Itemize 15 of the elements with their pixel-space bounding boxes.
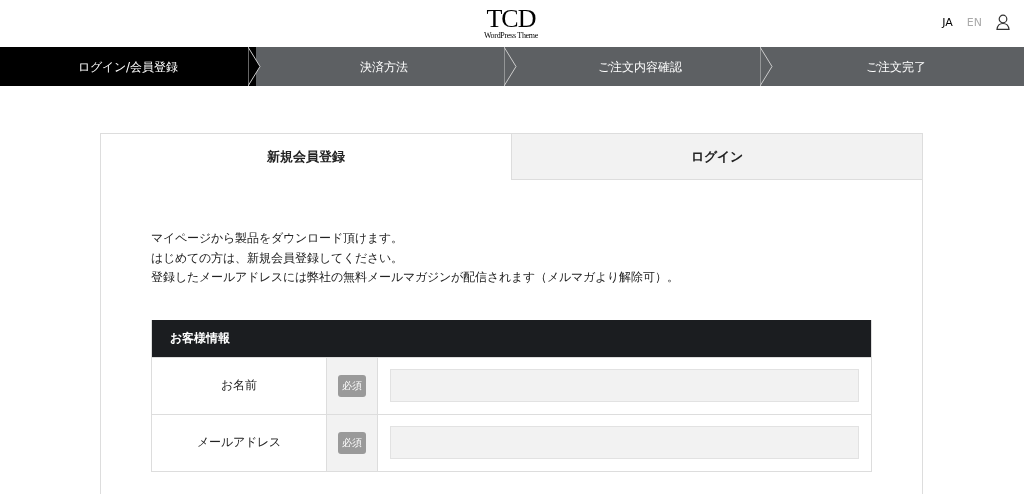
chevron-icon — [248, 47, 264, 86]
logo[interactable]: TCD WordPress Theme — [483, 7, 538, 40]
user-icon[interactable] — [996, 14, 1010, 30]
input-field[interactable] — [390, 426, 859, 459]
language-link[interactable]: JA — [942, 15, 953, 29]
intro-text: はじめての方は、新規会員登録してください。 — [151, 249, 404, 267]
intro-text: マイページから製品をダウンロード頂けます。 — [151, 230, 404, 247]
required-badge: 必須 — [338, 374, 366, 397]
intro-text: 登録したメールアドレスには弊社の無料メールマガジンが配信されます（メルマガより解除可）。 — [151, 269, 680, 286]
required-badge: 必須 — [338, 431, 366, 454]
section-header: お客様情報 — [152, 319, 871, 357]
tab[interactable]: ログイン — [511, 134, 922, 180]
input-field[interactable] — [390, 369, 859, 402]
chevron-icon — [760, 47, 776, 86]
chevron-icon — [504, 47, 520, 86]
